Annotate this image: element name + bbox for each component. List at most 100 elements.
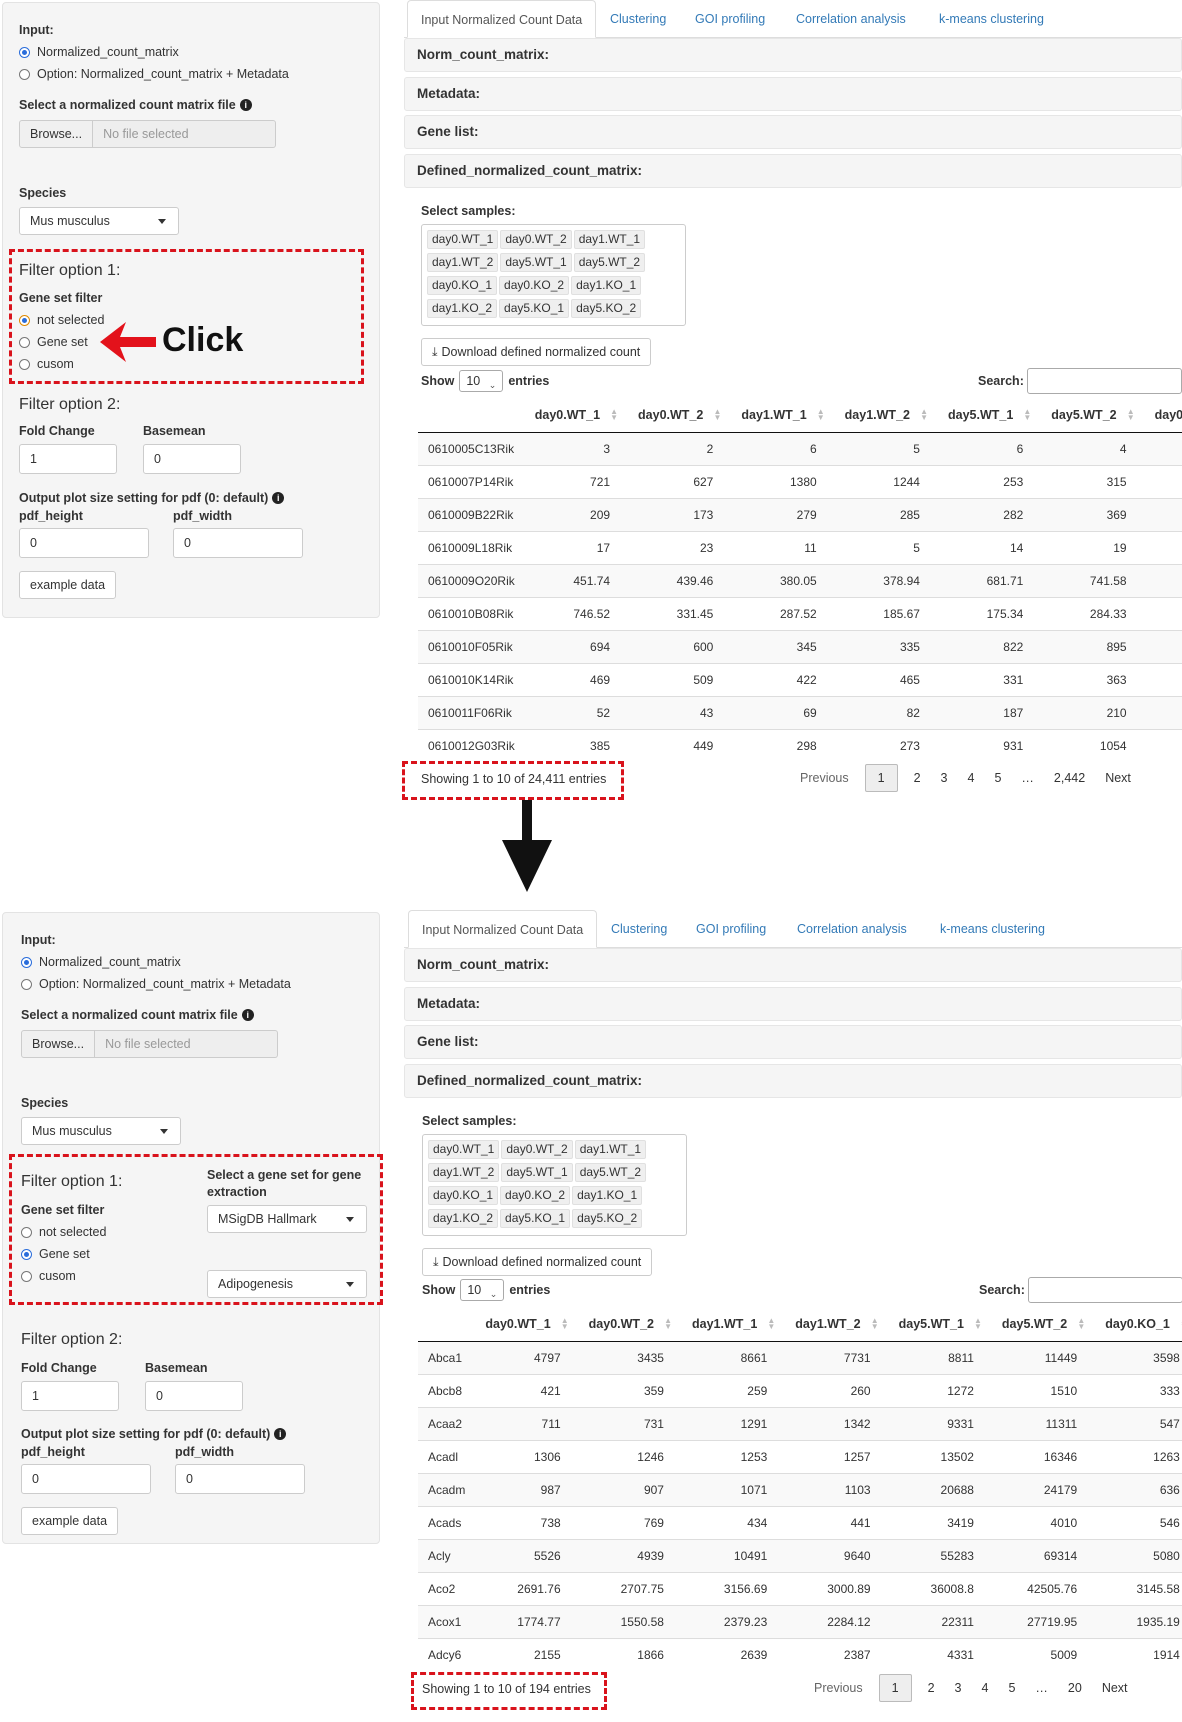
page-button[interactable]: 2,442 bbox=[1054, 771, 1085, 785]
sample-chip[interactable]: day1.KO_2 bbox=[428, 1209, 499, 1228]
sample-chip[interactable]: day5.KO_2 bbox=[572, 1209, 643, 1228]
radio-normalized-count[interactable]: Normalized_count_matrix bbox=[21, 955, 181, 969]
sample-chip[interactable]: day0.WT_2 bbox=[501, 1140, 573, 1159]
table-row[interactable]: Acly 5526 4939 10491 9640 55283 69314 5080 bbox=[418, 1538, 1182, 1572]
table-row[interactable]: 0610007P14Rik72162713801244253315758 bbox=[418, 464, 1182, 498]
info-icon[interactable]: i bbox=[272, 492, 285, 504]
tab-correlation-analysis[interactable]: Correlation analysis bbox=[784, 910, 920, 948]
pdf-width-input[interactable]: 0 bbox=[173, 528, 303, 558]
pdf-height-input[interactable]: 0 bbox=[21, 1464, 151, 1494]
info-icon[interactable]: i bbox=[274, 1428, 287, 1440]
table-row[interactable]: Aco2 2691.76 2707.75 3156.69 3000.89 36008.8 4… bbox=[418, 1571, 1182, 1605]
sample-chip[interactable]: day1.WT_1 bbox=[574, 1140, 647, 1159]
sample-chip[interactable]: day0.KO_2 bbox=[499, 276, 570, 295]
entries-per-page-select[interactable]: 10 ⌄ bbox=[459, 370, 504, 392]
species-select[interactable]: Mus musculus bbox=[19, 207, 179, 235]
table-row[interactable]: 0610009B22Rik209173279285282369201 bbox=[418, 497, 1182, 531]
table-row[interactable]: 0610010B08Rik 746.52 331.45 287.52 185.67 175… bbox=[418, 596, 1182, 630]
tab-clustering[interactable]: Clustering bbox=[598, 910, 680, 948]
sample-chip[interactable]: day0.WT_2 bbox=[500, 230, 572, 249]
accordion-defined-normalized-count-matrix[interactable]: Defined_normalized_count_matrix: bbox=[404, 1064, 1182, 1098]
basemean-input[interactable]: 0 bbox=[143, 444, 241, 474]
sample-chip[interactable]: day5.WT_1 bbox=[501, 1163, 573, 1182]
browse-button[interactable]: Browse... bbox=[21, 1030, 96, 1058]
column-header[interactable]: day0.WT_1 ▲ ▼ bbox=[522, 398, 627, 433]
table-row[interactable]: Abca1 4797 3435 8661 7731 8811 11449 3598 bbox=[418, 1340, 1182, 1374]
sample-chip[interactable]: day0.KO_1 bbox=[428, 1186, 499, 1205]
table-row[interactable]: Acox1 1774.77 1550.58 2379.23 2284.12 22311 27… bbox=[418, 1604, 1182, 1638]
table-row[interactable]: Adcy6 2155 1866 2639 2387 4331 5009 1914 bbox=[418, 1637, 1182, 1669]
entries-per-page-select[interactable]: 10 ⌄ bbox=[460, 1279, 505, 1301]
sample-chip[interactable]: day0.KO_1 bbox=[427, 276, 498, 295]
column-header[interactable]: day1.WT_1 ▲ ▼ bbox=[679, 1307, 784, 1342]
table-row[interactable]: 0610010F05Rik694600345335822895621 bbox=[418, 629, 1182, 663]
radio-count-plus-metadata[interactable]: Option: Normalized_count_matrix + Metada… bbox=[21, 977, 291, 991]
page-button[interactable]: 1 bbox=[864, 764, 898, 792]
table-row[interactable]: Acaa2 711 731 1291 1342 9331 11311 547 bbox=[418, 1406, 1182, 1440]
table-row[interactable]: Abcb8 421 359 259 260 1272 1510 333 bbox=[418, 1373, 1182, 1407]
search-input[interactable] bbox=[1027, 1277, 1182, 1303]
file-input[interactable]: Browse... No file selected bbox=[19, 120, 277, 148]
column-header[interactable]: day5.WT_2 ▲ ▼ bbox=[989, 1307, 1094, 1342]
accordion-gene-list[interactable]: Gene list: bbox=[404, 1025, 1182, 1059]
table-row[interactable]: 0610009L18Rik1723115141912 bbox=[418, 530, 1182, 564]
sample-chip[interactable]: day1.KO_1 bbox=[571, 276, 642, 295]
next-button[interactable]: Next bbox=[1102, 1681, 1128, 1695]
page-button[interactable]: 3 bbox=[955, 1681, 962, 1695]
next-button[interactable]: Next bbox=[1105, 771, 1131, 785]
tab-correlation-analysis[interactable]: Correlation analysis bbox=[783, 0, 919, 38]
fold-change-input[interactable]: 1 bbox=[19, 444, 117, 474]
page-button[interactable]: 2 bbox=[928, 1681, 935, 1695]
sample-chip[interactable]: day1.KO_1 bbox=[572, 1186, 643, 1205]
page-button[interactable]: 4 bbox=[968, 771, 975, 785]
column-header[interactable]: day0.WT_2 ▲ ▼ bbox=[576, 1307, 680, 1342]
tab-k-means-clustering[interactable]: k-means clustering bbox=[926, 0, 1057, 38]
table-row[interactable]: 0610009O20Rik 451.74 439.46 380.05 378.94 681… bbox=[418, 563, 1182, 597]
column-header[interactable]: day1.WT_2 ▲ ▼ bbox=[832, 398, 936, 433]
column-header[interactable]: day5.WT_1 ▲ ▼ bbox=[886, 1307, 990, 1342]
sample-chip[interactable]: day1.WT_2 bbox=[428, 1163, 500, 1182]
previous-button[interactable]: Previous bbox=[800, 771, 849, 785]
tab-clustering[interactable]: Clustering bbox=[597, 0, 679, 38]
info-icon[interactable]: i bbox=[239, 99, 252, 111]
download-button[interactable]: ⤓ Download defined normalized count bbox=[421, 338, 652, 366]
samples-select[interactable]: day0.WT_1 day0.WT_2 day1.WT_1day1.WT_2 day5… bbox=[421, 224, 686, 326]
sample-chip[interactable]: day5.WT_1 bbox=[500, 253, 572, 272]
column-header[interactable]: day5.WT_1 ▲ ▼ bbox=[935, 398, 1040, 433]
accordion-defined-normalized-count-matrix[interactable]: Defined_normalized_count_matrix: bbox=[404, 154, 1182, 188]
page-button[interactable]: 3 bbox=[941, 771, 948, 785]
file-input[interactable]: Browse... No file selected bbox=[21, 1030, 279, 1058]
accordion-metadata[interactable]: Metadata: bbox=[404, 77, 1182, 111]
previous-button[interactable]: Previous bbox=[814, 1681, 863, 1695]
search-input[interactable] bbox=[1026, 368, 1182, 394]
browse-button[interactable]: Browse... bbox=[19, 120, 94, 148]
sample-chip[interactable]: day0.WT_1 bbox=[427, 230, 499, 249]
column-header[interactable]: day0.WT_2 ▲ ▼ bbox=[626, 398, 730, 433]
sample-chip[interactable]: day5.KO_2 bbox=[571, 299, 642, 318]
table-row[interactable]: Acads 738 769 434 441 3419 4010 546 bbox=[418, 1505, 1182, 1539]
example-data-button[interactable]: example data bbox=[21, 1507, 119, 1535]
page-button[interactable]: 4 bbox=[982, 1681, 989, 1695]
table-row[interactable]: 0610005C13Rik3265641 bbox=[418, 431, 1182, 465]
basemean-input[interactable]: 0 bbox=[145, 1381, 243, 1411]
tab-goi-profiling[interactable]: GOI profiling bbox=[682, 0, 778, 38]
download-button[interactable]: ⤓ Download defined normalized count bbox=[422, 1248, 653, 1276]
page-button[interactable]: 20 bbox=[1068, 1681, 1082, 1695]
tab-goi-profiling[interactable]: GOI profiling bbox=[683, 910, 779, 948]
column-header[interactable]: day1.WT_2 ▲ ▼ bbox=[783, 1307, 887, 1342]
column-header[interactable]: day1.WT_1 ▲ ▼ bbox=[729, 398, 833, 433]
accordion-norm-count-matrix[interactable]: Norm_count_matrix: bbox=[404, 948, 1182, 982]
sample-chip[interactable]: day5.WT_2 bbox=[574, 1163, 647, 1182]
sample-chip[interactable]: day1.WT_2 bbox=[427, 253, 499, 272]
example-data-button[interactable]: example data bbox=[19, 571, 117, 599]
radio-normalized-count[interactable]: Normalized_count_matrix bbox=[19, 45, 179, 59]
pdf-height-input[interactable]: 0 bbox=[19, 528, 149, 558]
sample-chip[interactable]: day0.WT_1 bbox=[428, 1140, 500, 1159]
samples-select[interactable]: day0.WT_1 day0.WT_2 day1.WT_1day1.WT_2 day5… bbox=[422, 1134, 687, 1236]
table-row[interactable]: Acadl 1306 1246 1253 1257 13502 16346 1263 bbox=[418, 1439, 1182, 1473]
fold-change-input[interactable]: 1 bbox=[21, 1381, 119, 1411]
species-select[interactable]: Mus musculus bbox=[21, 1117, 181, 1145]
accordion-gene-list[interactable]: Gene list: bbox=[404, 115, 1182, 149]
table-row[interactable]: 0610011F06Rik5243698218721057 bbox=[418, 695, 1182, 729]
sample-chip[interactable]: day5.KO_1 bbox=[499, 299, 570, 318]
